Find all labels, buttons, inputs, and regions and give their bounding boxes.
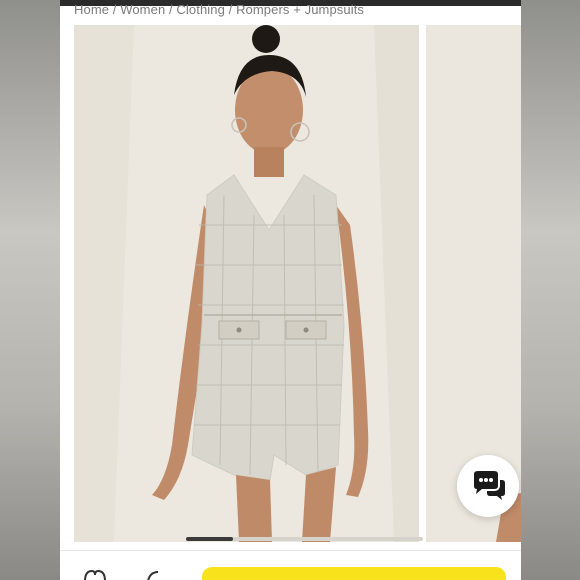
gallery-scrollbar[interactable] xyxy=(186,537,423,541)
wishlist-icon[interactable] xyxy=(82,569,108,580)
breadcrumb-clothing[interactable]: Clothing xyxy=(176,2,225,17)
breadcrumb-separator: / xyxy=(109,2,121,17)
bottom-action-bar xyxy=(60,550,521,580)
backdrop-right xyxy=(521,0,580,580)
chat-button[interactable] xyxy=(457,455,519,517)
breadcrumb-women[interactable]: Women xyxy=(120,2,165,17)
breadcrumb-separator: / xyxy=(165,2,177,17)
add-to-bag-button[interactable] xyxy=(202,567,506,580)
breadcrumb-home[interactable]: Home xyxy=(74,2,109,17)
product-image-gallery[interactable] xyxy=(74,25,521,542)
backdrop-left xyxy=(0,0,60,580)
breadcrumb-rompers-jumpsuits[interactable]: Rompers + Jumpsuits xyxy=(236,2,364,17)
product-photo-main[interactable] xyxy=(74,25,419,542)
chat-bubbles-icon xyxy=(474,471,505,500)
model-wearing-romper-image xyxy=(74,25,419,542)
product-page: Home / Women / Clothing / Rompers + Jump… xyxy=(60,0,521,580)
share-icon[interactable] xyxy=(146,569,160,580)
breadcrumb: Home / Women / Clothing / Rompers + Jump… xyxy=(74,2,364,17)
gallery-scrollbar-thumb[interactable] xyxy=(186,537,234,541)
breadcrumb-separator: / xyxy=(224,2,237,17)
